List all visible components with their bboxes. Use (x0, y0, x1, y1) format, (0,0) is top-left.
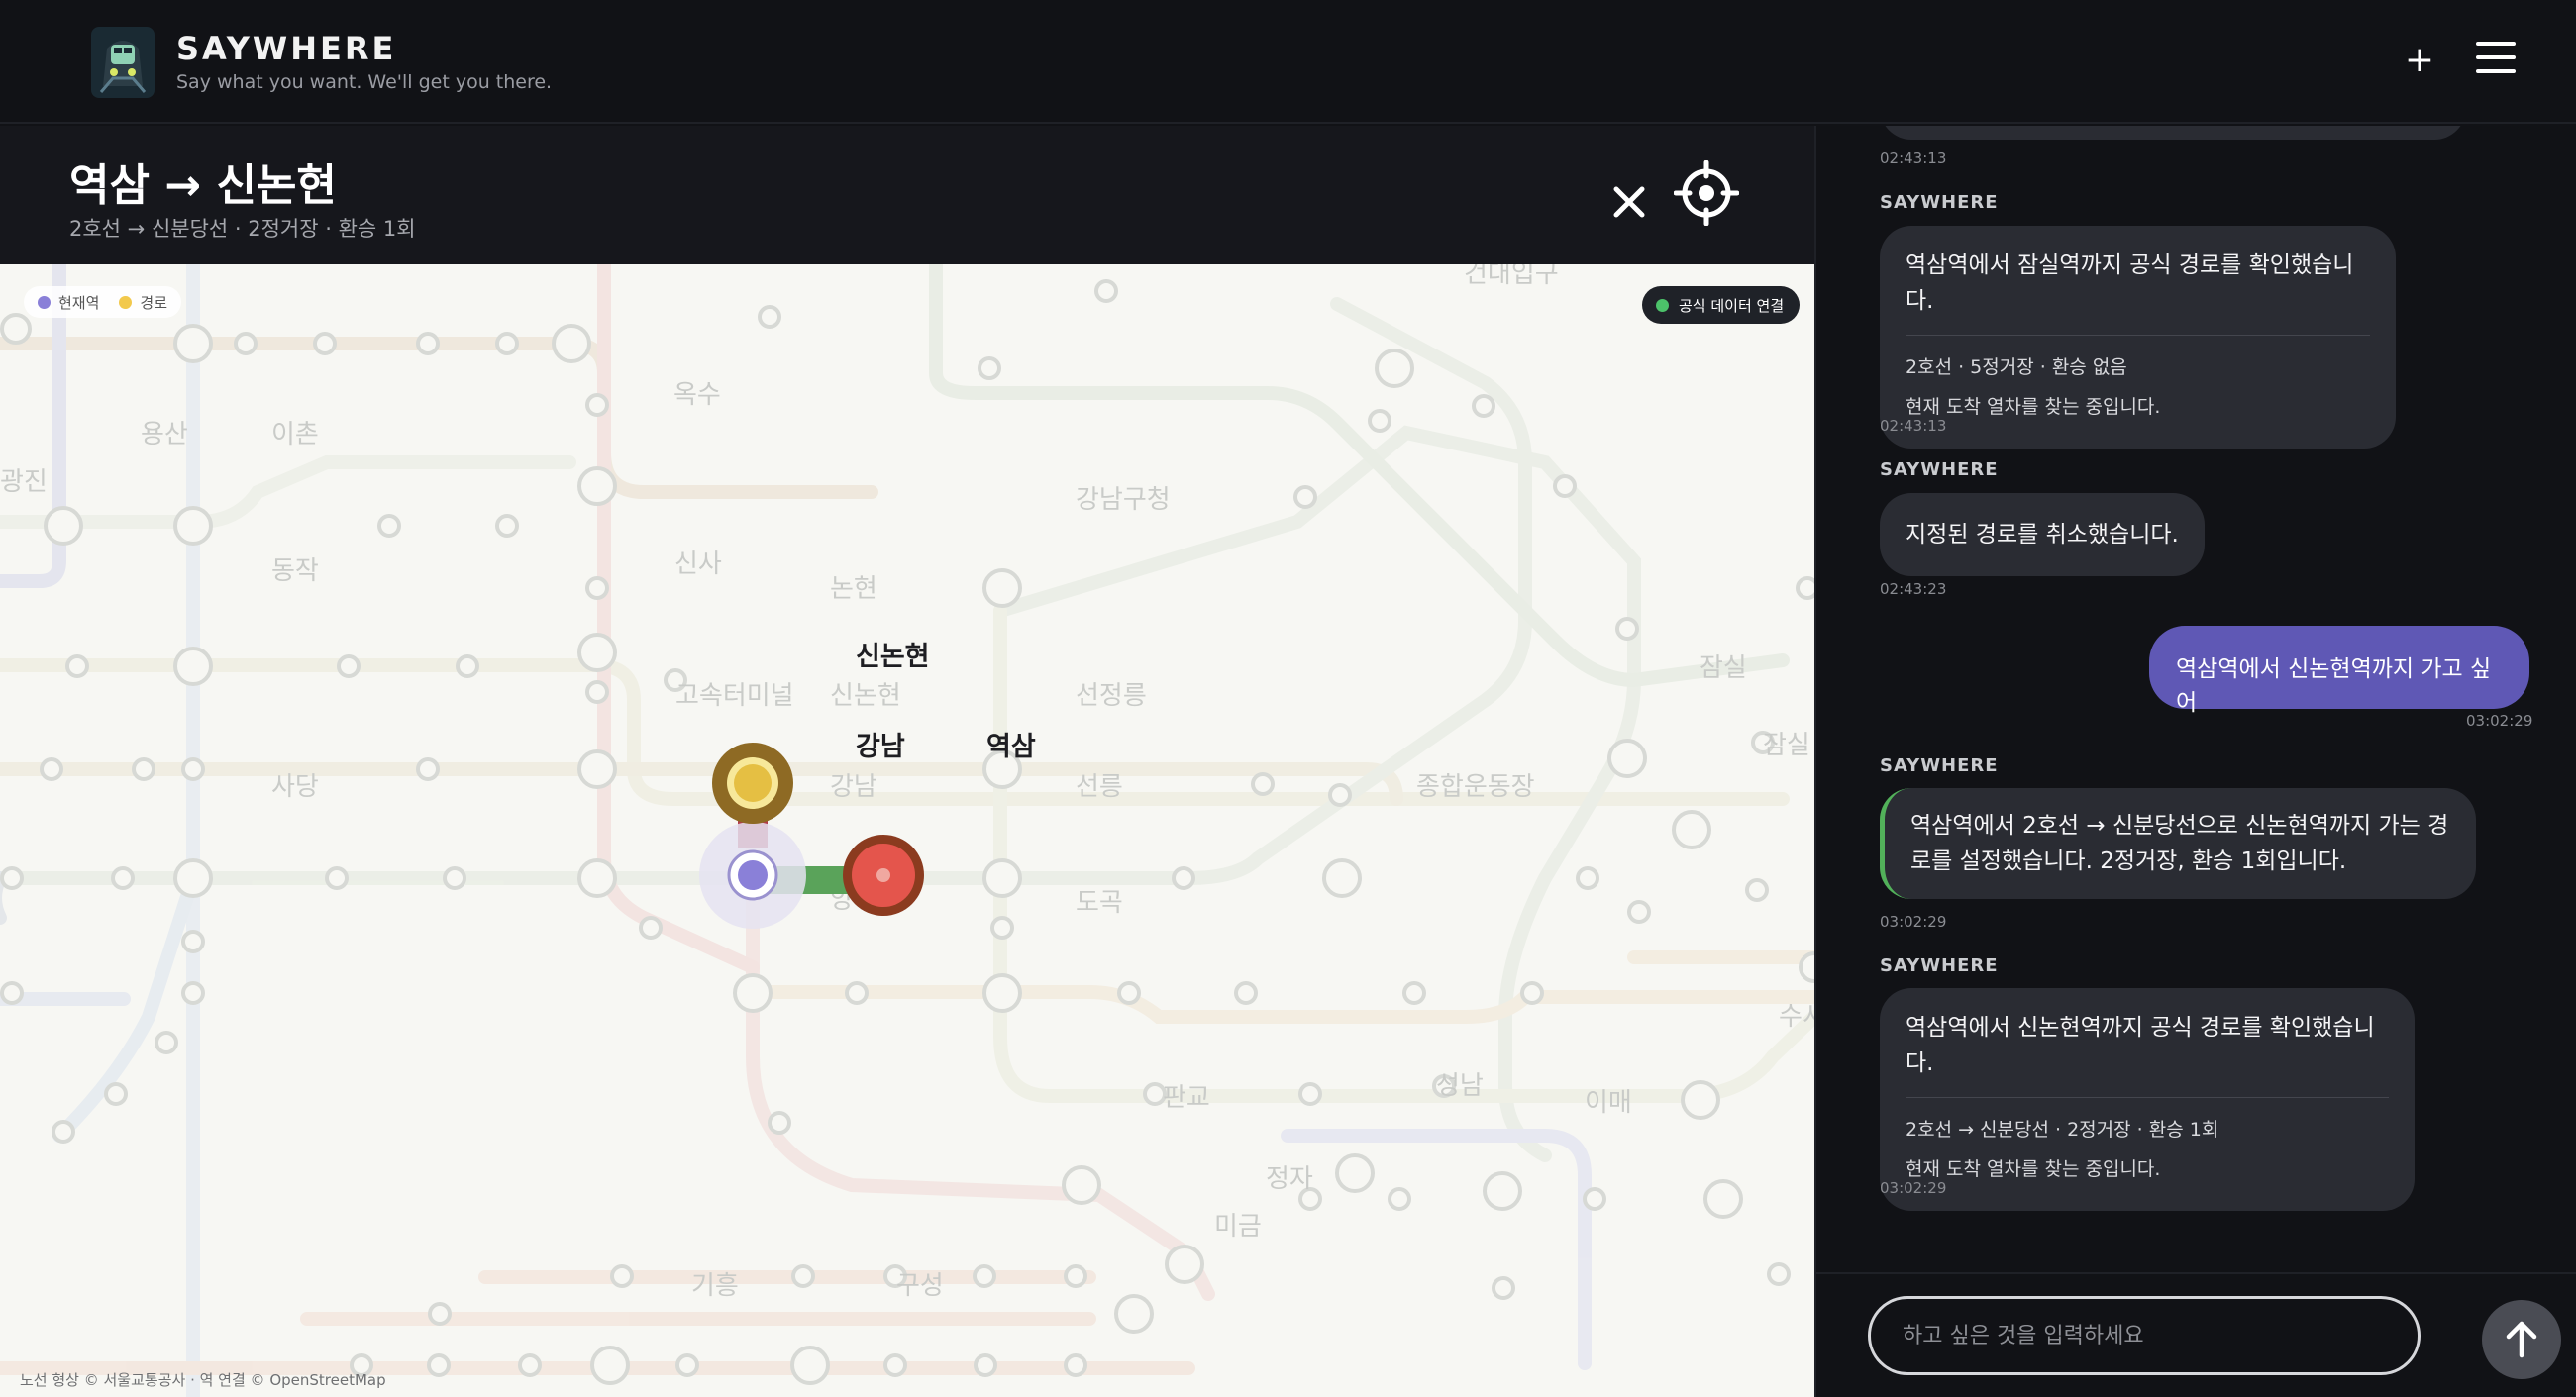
station-label-start: 역삼 (986, 732, 1036, 762)
route-dot-icon (119, 295, 133, 309)
svg-text:옥수: 옥수 (673, 380, 721, 410)
map-canvas[interactable]: 건대입구 옥수 용산 이촌 광진 동작 신사 논현 강남구청 선정릉 고속터미널… (0, 264, 1814, 1397)
svg-text:선정릉: 선정릉 (1076, 681, 1147, 711)
message-divider (1906, 335, 2370, 336)
svg-text:이촌: 이촌 (271, 420, 319, 449)
route-meta: 2호선 · 5정거장 · 환승 없음 (1906, 356, 2127, 378)
message-text: 역삼역에서 신논현역까지 공식 경로를 확인했습니다. (1906, 1015, 2375, 1076)
message-timestamp: 03:02:29 (1880, 1179, 1947, 1197)
hamburger-menu-button[interactable] (2476, 42, 2516, 75)
message-timestamp: 03:02:29 (1880, 913, 1947, 931)
chat-panel[interactable]: 02:43:13 SAYWHERE 역삼역에서 잠실역까지 공식 경로를 확인했… (1814, 126, 2576, 1272)
message-text-line: 역삼역에서 2호선 → 신분당선으로 신논현역까지 가는 경 (1910, 813, 2449, 839)
svg-text:건대입구: 건대입구 (1464, 264, 1559, 289)
status-dot-icon (1656, 298, 1669, 312)
bot-sender-name: SAYWHERE (1880, 192, 1999, 213)
saywhere-logo (91, 27, 155, 98)
subway-map[interactable]: 건대입구 옥수 용산 이촌 광진 동작 신사 논현 강남구청 선정릉 고속터미널… (0, 264, 1814, 1397)
top-bar: SAYWHERE Say what you want. We'll get yo… (0, 0, 2576, 124)
svg-text:고속터미널: 고속터미널 (675, 681, 794, 711)
svg-text:용산: 용산 (141, 420, 188, 449)
message-timestamp: 02:43:23 (1880, 580, 1947, 598)
bot-sender-name: SAYWHERE (1880, 955, 1999, 976)
arrow-up-icon (2506, 1321, 2537, 1358)
route-title: 역삼 → 신논현 (69, 160, 337, 211)
svg-text:도곡: 도곡 (1076, 888, 1123, 918)
previous-message-bubble (1880, 126, 2466, 140)
route-summary: 2호선 → 신분당선 · 2정거장 · 환승 1회 (69, 217, 416, 241)
app-root: SAYWHERE Say what you want. We'll get yo… (0, 0, 2576, 1397)
message-timestamp: 03:02:29 (2466, 712, 2533, 730)
locate-icon[interactable] (1674, 160, 1739, 226)
map-legend: 현재역 경로 (24, 286, 182, 318)
close-icon[interactable] (1604, 177, 1654, 227)
route-meta: 2호선 → 신분당선 · 2정거장 · 환승 1회 (1906, 1119, 2219, 1141)
send-button[interactable] (2482, 1300, 2561, 1379)
svg-text:강남: 강남 (830, 772, 877, 802)
route-header: 역삼 → 신논현 2호선 → 신분당선 · 2정거장 · 환승 1회 (0, 126, 1814, 264)
svg-text:이매: 이매 (1585, 1088, 1632, 1118)
menu-icon (2476, 55, 2516, 59)
message-composer (1814, 1272, 2576, 1397)
station-label-end: 신논현 (856, 642, 930, 672)
svg-text:구성: 구성 (896, 1271, 944, 1301)
menu-icon (2476, 69, 2516, 73)
svg-text:기흥: 기흥 (691, 1271, 739, 1301)
official-data-badge: 공식 데이터 연결 (1642, 286, 1801, 324)
message-timestamp: 02:43:13 (1880, 417, 1947, 435)
svg-text:판교: 판교 (1163, 1083, 1210, 1113)
message-text: 역삼역에서 잠실역까지 공식 경로를 확인했습니다. (1906, 252, 2354, 314)
bot-sender-name: SAYWHERE (1880, 459, 1999, 480)
svg-text:신논현: 신논현 (830, 681, 901, 711)
map-attribution: 노선 형상 © 서울교통공사 · 역 연결 © OpenStreetMap (20, 1371, 386, 1389)
svg-text:강남구청: 강남구청 (1076, 485, 1171, 515)
legend-current-station: 현재역 (38, 292, 99, 313)
bot-message: 역삼역에서 신논현역까지 공식 경로를 확인했습니다. 2호선 → 신분당선 ·… (1880, 988, 2415, 1211)
message-text: 지정된 경로를 취소했습니다. (1906, 522, 2179, 548)
message-timestamp: 02:43:13 (1880, 150, 1947, 167)
svg-text:광진: 광진 (0, 467, 48, 497)
menu-icon (2476, 42, 2516, 46)
bot-message: 지정된 경로를 취소했습니다. (1880, 493, 2205, 576)
svg-text:동작: 동작 (271, 556, 319, 586)
brand-name: SAYWHERE (176, 30, 397, 67)
current-dot-icon (38, 295, 51, 309)
legend-route: 경로 (119, 292, 167, 313)
current-station-dot (738, 860, 768, 890)
brand-tagline: Say what you want. We'll get you there. (176, 71, 553, 93)
train-status: 현재 도착 열차를 찾는 중입니다. (1906, 396, 2161, 418)
message-divider (1906, 1097, 2389, 1098)
svg-text:미금: 미금 (1214, 1212, 1262, 1242)
faded-station-labels: 건대입구 옥수 용산 이촌 광진 동작 신사 논현 강남구청 선정릉 고속터미널… (0, 264, 1814, 1301)
svg-text:잠실: 잠실 (1700, 653, 1747, 683)
bot-message: 역삼역에서 2호선 → 신분당선으로 신논현역까지 가는 경 로를 설정했습니다… (1880, 788, 2476, 899)
svg-text:선릉: 선릉 (1076, 772, 1123, 802)
svg-text:종합운동장: 종합운동장 (1416, 772, 1535, 802)
svg-text:수서: 수서 (1779, 1002, 1814, 1032)
legend-label: 현재역 (58, 293, 100, 312)
station-label-transfer: 강남 (856, 732, 905, 762)
official-data-label: 공식 데이터 연결 (1679, 296, 1785, 315)
svg-text:논현: 논현 (830, 574, 877, 604)
start-station-dot (876, 868, 890, 882)
legend-label: 경로 (140, 293, 168, 312)
message-text-line: 로를 설정했습니다. 2정거장, 환승 1회입니다. (1910, 848, 2347, 874)
svg-text:잠실: 잠실 (1763, 731, 1810, 760)
message-text: 역삼역에서 신논현역까지 가고 싶어 (2176, 656, 2492, 716)
svg-text:정자: 정자 (1266, 1164, 1313, 1194)
train-status: 현재 도착 열차를 찾는 중입니다. (1906, 1158, 2161, 1180)
destination-station-dot (734, 764, 772, 802)
svg-text:신사: 신사 (674, 549, 722, 579)
svg-text:성남: 성남 (1436, 1071, 1484, 1101)
svg-text:사당: 사당 (271, 772, 319, 802)
bot-sender-name: SAYWHERE (1880, 755, 1999, 776)
new-chat-button[interactable]: + (2402, 36, 2437, 85)
user-message: 역삼역에서 신논현역까지 가고 싶어 (2149, 626, 2529, 716)
bot-message: 역삼역에서 잠실역까지 공식 경로를 확인했습니다. 2호선 · 5정거장 · … (1880, 226, 2396, 449)
message-input[interactable] (1868, 1296, 2421, 1375)
